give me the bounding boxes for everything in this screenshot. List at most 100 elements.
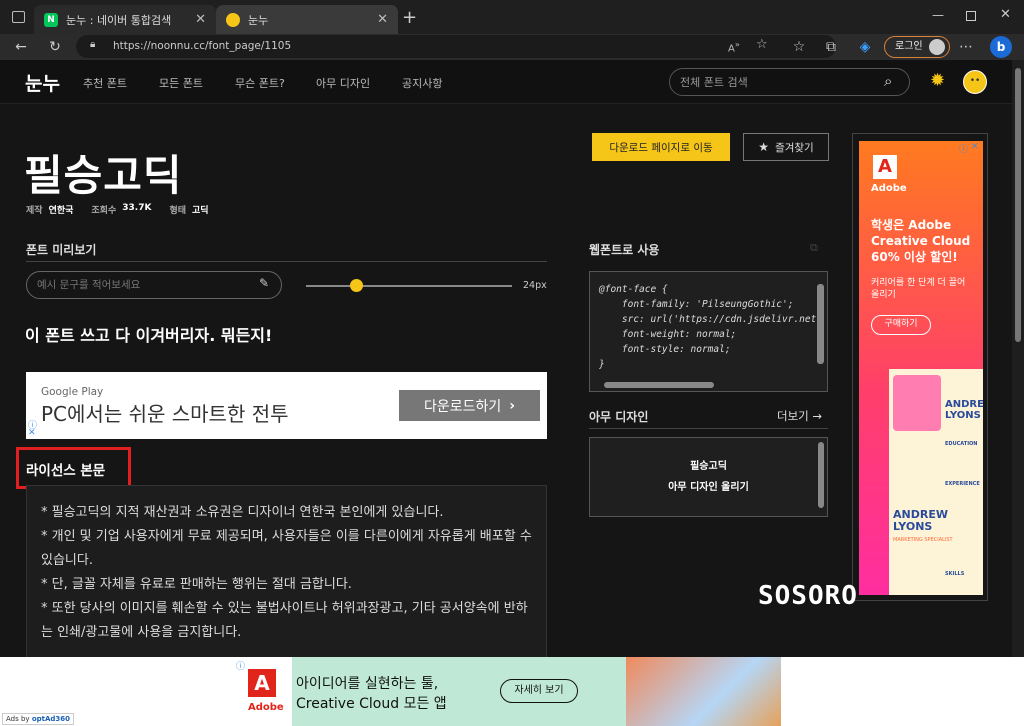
license-line: * 또한 당사의 이미지를 훼손할 수 있는 불법사이트나 허위과장광고, 기타…	[41, 601, 528, 640]
bottom-ad-line2: Creative Cloud 모든 앱	[296, 696, 447, 712]
maximize-icon[interactable]	[966, 11, 976, 21]
back-icon[interactable]: ←	[10, 34, 32, 60]
adobe-ad-banner[interactable]: A Adobe 학생은 Adobe Creative Cloud 60% 이상 …	[859, 141, 983, 595]
close-window-icon[interactable]: ✕	[1000, 7, 1011, 22]
duck-favicon-icon	[226, 12, 240, 27]
ad-headline: PC에서는 쉬운 스마트한 전투	[41, 402, 289, 426]
adobe-bottom-ad[interactable]: A Adobe 아이디어를 실현하는 툴, Creative Cloud 모든 …	[234, 657, 781, 726]
copy-icon[interactable]: ⧉	[810, 241, 818, 255]
adobe-side-ad[interactable]: A Adobe 학생은 Adobe Creative Cloud 60% 이상 …	[852, 133, 988, 601]
bottom-ad-area: A Adobe 아이디어를 실현하는 툴, Creative Cloud 모든 …	[0, 657, 1024, 726]
tab-actions-icon[interactable]	[12, 11, 25, 23]
webfont-code-block[interactable]: @font-face { font-family: 'PilseungGothi…	[589, 271, 828, 392]
adobe-buy-button[interactable]: 구매하기	[871, 315, 931, 335]
refresh-icon[interactable]: ↻	[44, 34, 66, 60]
license-line: * 단, 글꼴 자체를 유료로 판매하는 행위는 절대 금합니다.	[41, 577, 352, 592]
download-page-button[interactable]: 다운로드 페이지로 이동	[592, 133, 730, 161]
close-tab-icon[interactable]: ✕	[195, 12, 206, 27]
ads-vendor: optAd360	[31, 715, 71, 723]
new-tab-icon[interactable]: +	[402, 7, 417, 28]
tab-title: 눈누 : 네이버 통합검색	[66, 13, 172, 27]
font-search-input[interactable]	[670, 69, 870, 95]
bottom-ad-cta-button[interactable]: 자세히 보기	[500, 679, 578, 703]
style-label: 형태	[169, 206, 186, 216]
add-favorite-icon[interactable]: ☆	[756, 37, 768, 52]
nav-notice[interactable]: 공지사항	[402, 75, 442, 91]
search-icon[interactable]: ⌕	[884, 72, 892, 90]
preview-text-input[interactable]	[27, 272, 247, 298]
preview-input-box: ✎	[26, 271, 282, 299]
ads-by-label: Ads by	[6, 715, 30, 723]
ad-brand: Google Play	[41, 386, 104, 398]
site-logo[interactable]: 눈누	[25, 69, 60, 96]
favorite-label: 즐겨찾기	[775, 141, 814, 154]
font-size-value: 24px	[523, 280, 547, 291]
ads-by-badge[interactable]: Ads by optAd360	[2, 713, 75, 725]
divider	[26, 261, 547, 262]
chevron-right-icon: ›	[509, 397, 516, 414]
close-tab-icon[interactable]: ✕	[377, 12, 388, 27]
nav-recommended[interactable]: 추천 폰트	[83, 75, 127, 91]
pencil-icon: ✎	[259, 276, 270, 290]
theme-sun-icon[interactable]: ✹	[930, 70, 945, 91]
license-line: * 필승고딕의 지적 재산권과 소유권은 디자이너 연한국 본인에게 있습니다.	[41, 505, 444, 520]
code-vertical-scrollbar[interactable]	[817, 284, 824, 364]
bottom-ad-photo	[626, 657, 781, 726]
card-scrollbar[interactable]	[818, 442, 824, 508]
collections-icon[interactable]: ⧉	[820, 34, 842, 60]
ad-close-icon[interactable]: ✕	[971, 142, 979, 152]
read-aloud-icon[interactable]: A»	[728, 39, 740, 54]
divider	[589, 428, 828, 429]
resume-photo	[893, 375, 941, 431]
preview-heading: 폰트 미리보기	[26, 243, 97, 257]
resume-name-top: ANDREW LYONS	[945, 399, 983, 421]
sosoro-watermark: SOSORO	[758, 581, 858, 611]
nav-what-font[interactable]: 무슨 폰트?	[235, 75, 285, 91]
any-design-card[interactable]: 필승고딕 아무 디자인 올리기	[589, 437, 828, 517]
maker-value[interactable]: 연한국	[49, 203, 74, 216]
ad-close-icon[interactable]: ✕	[28, 428, 36, 438]
bing-icon[interactable]: b	[990, 36, 1012, 58]
favorites-icon[interactable]: ☆	[788, 34, 810, 60]
font-meta: 제작 연한국 조회수 33.7K 형태 고딕	[26, 203, 209, 216]
address-bar[interactable]: 🔒︎ https://noonnu.cc/font_page/1105 A» ☆	[76, 35, 836, 58]
font-title: 필승고딕	[24, 151, 183, 200]
code-horizontal-scrollbar[interactable]	[604, 382, 714, 388]
resume-section: SKILLS	[945, 571, 965, 577]
tab-noonnu[interactable]: 눈누 ✕	[216, 5, 398, 34]
size-slider-handle[interactable]	[350, 279, 363, 292]
page-scrollbar[interactable]	[1012, 60, 1024, 657]
tab-naver[interactable]: N 눈누 : 네이버 통합검색 ✕	[34, 5, 216, 34]
browser-tab-bar: N 눈누 : 네이버 통합검색 ✕ 눈누 ✕ + — ✕	[0, 0, 1024, 34]
nav-any-design[interactable]: 아무 디자인	[316, 75, 370, 91]
login-label: 로그인	[895, 41, 923, 52]
font-search-box: ⌕	[669, 68, 910, 96]
ad-download-button[interactable]: 다운로드하기 ›	[399, 390, 540, 421]
license-line: * 개인 및 기업 사용자에게 무료 제공되며, 사용자들은 이를 다른이에게 …	[41, 529, 532, 568]
ad-info-icon[interactable]: ⓘ	[236, 659, 245, 672]
any-design-more-link[interactable]: 더보기 →	[777, 408, 822, 424]
resume-section: EDUCATION	[945, 441, 978, 447]
login-button[interactable]: 로그인	[884, 36, 950, 58]
user-avatar[interactable]: ••	[963, 70, 987, 94]
google-play-ad[interactable]: Google Play PC에서는 쉬운 스마트한 전투 다운로드하기 › ⓘ …	[26, 372, 547, 439]
any-design-upload: 아무 디자인 올리기	[668, 482, 749, 493]
size-slider-track[interactable]	[306, 285, 512, 287]
maker-label: 제작	[26, 206, 43, 216]
minimize-icon[interactable]: —	[932, 8, 944, 22]
license-heading: 라이선스 본문	[26, 463, 106, 479]
resume-title: MARKETING SPECIALIST	[893, 537, 953, 543]
lock-icon: 🔒︎	[90, 39, 96, 50]
scrollbar-thumb[interactable]	[1015, 68, 1021, 342]
any-design-heading: 아무 디자인	[589, 410, 649, 424]
webfont-heading: 웹폰트로 사용	[589, 243, 660, 257]
favorite-button[interactable]: ★ 즐겨찾기	[743, 133, 829, 161]
ad-info-icon[interactable]: ⓘ	[959, 142, 968, 155]
naver-favicon-icon: N	[44, 12, 58, 27]
nav-all-fonts[interactable]: 모든 폰트	[159, 75, 203, 91]
license-body: * 필승고딕의 지적 재산권과 소유권은 디자이너 연한국 본인에게 있습니다.…	[26, 485, 547, 657]
browser-essentials-icon[interactable]: ◈	[854, 34, 876, 60]
more-icon[interactable]: ⋯	[955, 34, 977, 60]
browser-toolbar: ← ↻ 🔒︎ https://noonnu.cc/font_page/1105 …	[0, 34, 1024, 60]
adobe-ad-headline: 학생은 Adobe Creative Cloud 60% 이상 할인!	[871, 218, 971, 264]
